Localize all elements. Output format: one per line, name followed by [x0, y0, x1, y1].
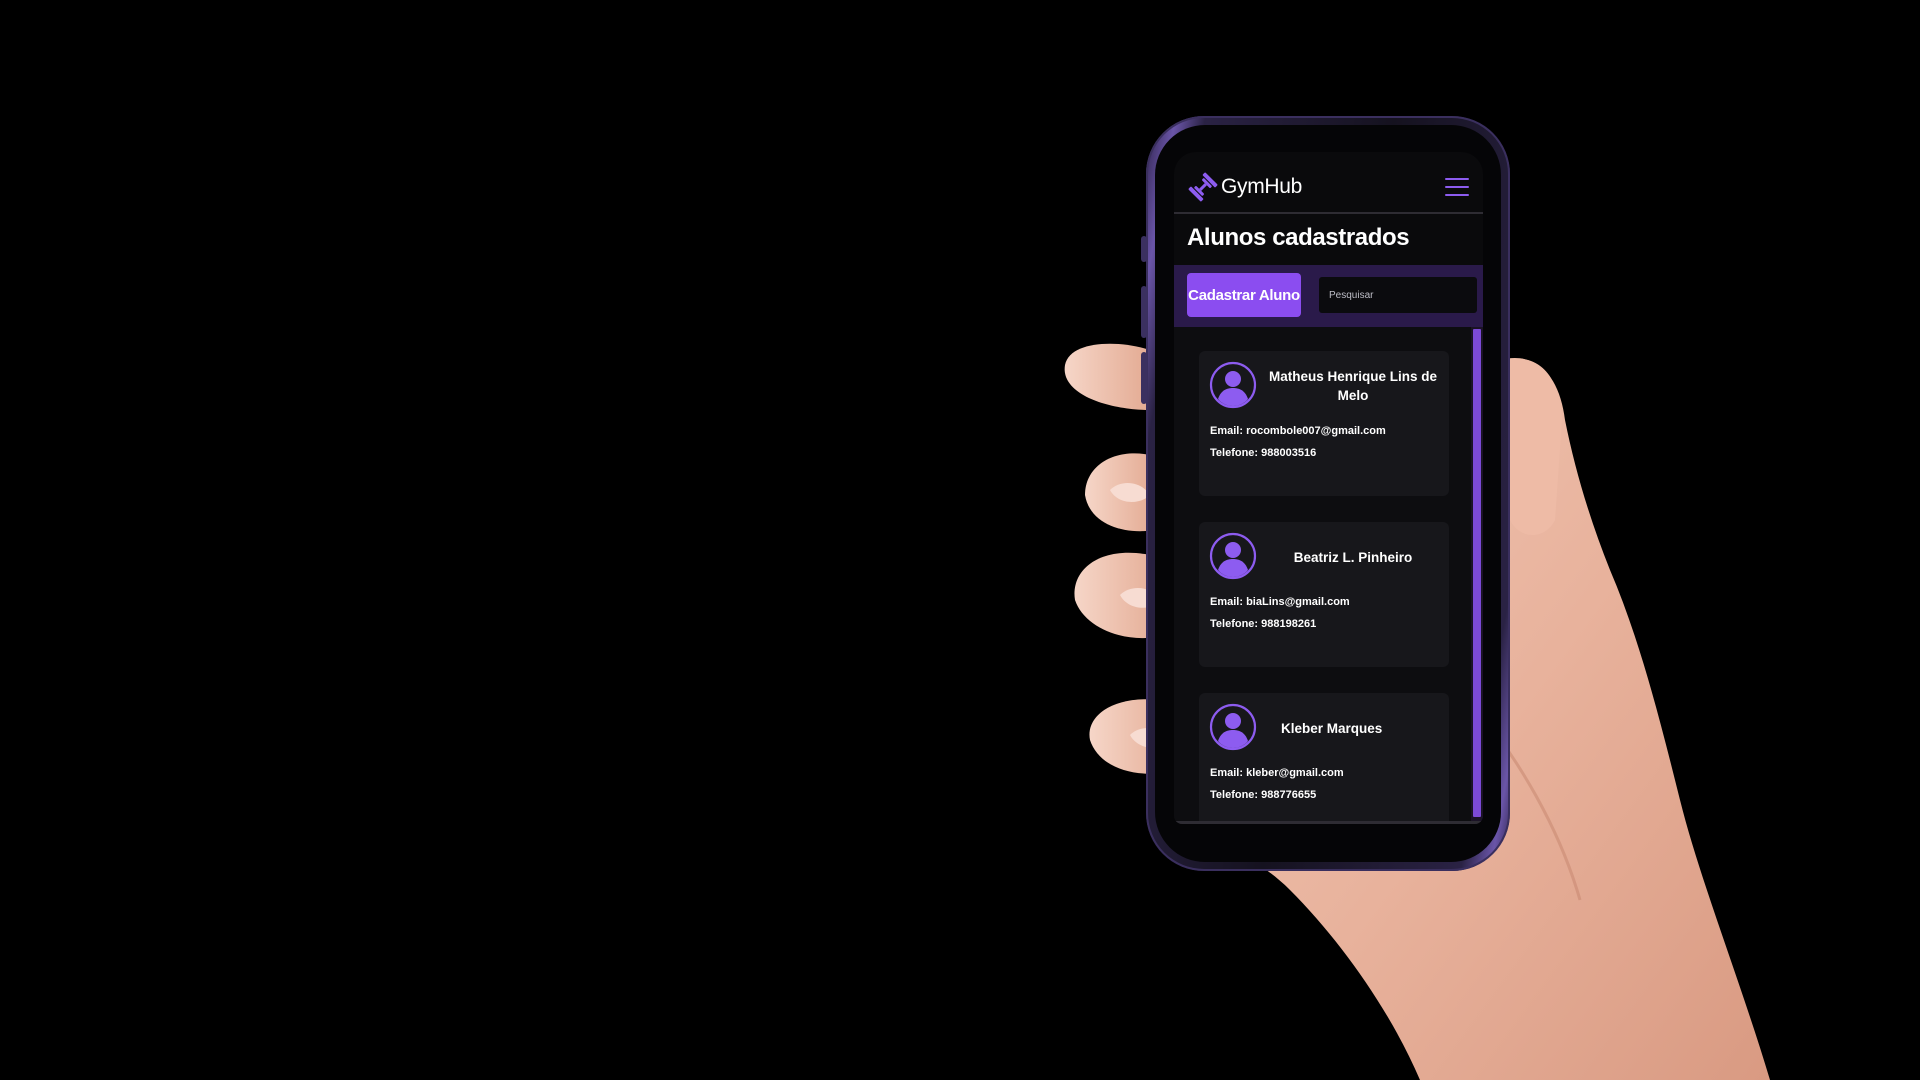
dumbbell-icon — [1188, 172, 1218, 202]
student-email: Email: rocombole007@gmail.com — [1210, 425, 1386, 437]
student-card[interactable]: Beatriz L. Pinheiro Email: biaLins@gmail… — [1199, 522, 1449, 667]
screen-bottom-divider — [1174, 821, 1483, 824]
app-header: GymHub — [1174, 152, 1483, 214]
menu-bar — [1445, 178, 1469, 180]
phone-screen: GymHub Alunos cadastrados Cadastrar Alun… — [1174, 152, 1483, 824]
phone-label: Telefone: — [1210, 447, 1259, 459]
scene: GymHub Alunos cadastrados Cadastrar Alun… — [0, 0, 1920, 1080]
email-label: Email: — [1210, 596, 1244, 608]
student-card[interactable]: Kleber Marques Email: kleber@gmail.com T… — [1199, 693, 1449, 824]
email-label: Email: — [1210, 425, 1244, 437]
student-name: Matheus Henrique Lins de Melo — [1268, 369, 1438, 403]
phone-label: Telefone: — [1210, 789, 1259, 801]
phone-label: Telefone: — [1210, 618, 1259, 630]
hamburger-menu-icon[interactable] — [1445, 176, 1469, 198]
menu-bar — [1445, 186, 1469, 188]
phone-value: 988198261 — [1261, 618, 1317, 630]
phone-side-button — [1141, 236, 1147, 262]
search-input[interactable] — [1319, 277, 1477, 313]
add-student-button[interactable]: Cadastrar Aluno — [1187, 273, 1301, 317]
menu-bar — [1445, 194, 1469, 196]
student-phone: Telefone: 988003516 — [1210, 447, 1316, 459]
email-label: Email: — [1210, 767, 1244, 779]
phone-frame: GymHub Alunos cadastrados Cadastrar Alun… — [1141, 116, 1510, 871]
phone-side-button — [1141, 286, 1147, 338]
phone-side-button — [1141, 352, 1147, 404]
student-card[interactable]: Matheus Henrique Lins de Melo Email: roc… — [1199, 351, 1449, 496]
user-avatar-icon — [1209, 361, 1257, 409]
email-value: kleber@gmail.com — [1246, 767, 1344, 779]
student-email: Email: biaLins@gmail.com — [1210, 596, 1350, 608]
email-value: rocombole007@gmail.com — [1246, 425, 1386, 437]
scrollbar-thumb[interactable] — [1473, 329, 1481, 817]
page-title: Alunos cadastrados — [1187, 224, 1410, 251]
list-scrollbar[interactable] — [1471, 327, 1483, 824]
student-email: Email: kleber@gmail.com — [1210, 767, 1344, 779]
student-name: Beatriz L. Pinheiro — [1293, 550, 1413, 565]
student-name: Kleber Marques — [1281, 721, 1383, 736]
student-list: Matheus Henrique Lins de Melo Email: roc… — [1174, 327, 1483, 824]
brand-name: GymHub — [1221, 175, 1303, 198]
user-avatar-icon — [1209, 703, 1257, 751]
student-phone: Telefone: 988198261 — [1210, 618, 1316, 630]
student-phone: Telefone: 988776655 — [1210, 789, 1316, 801]
brand-logo[interactable]: GymHub — [1188, 170, 1302, 204]
toolbar: Cadastrar Aluno — [1174, 265, 1483, 327]
hand-illustration — [1064, 343, 1770, 1080]
email-value: biaLins@gmail.com — [1246, 596, 1350, 608]
phone-value: 988776655 — [1261, 789, 1317, 801]
user-avatar-icon — [1209, 532, 1257, 580]
phone-value: 988003516 — [1261, 447, 1317, 459]
